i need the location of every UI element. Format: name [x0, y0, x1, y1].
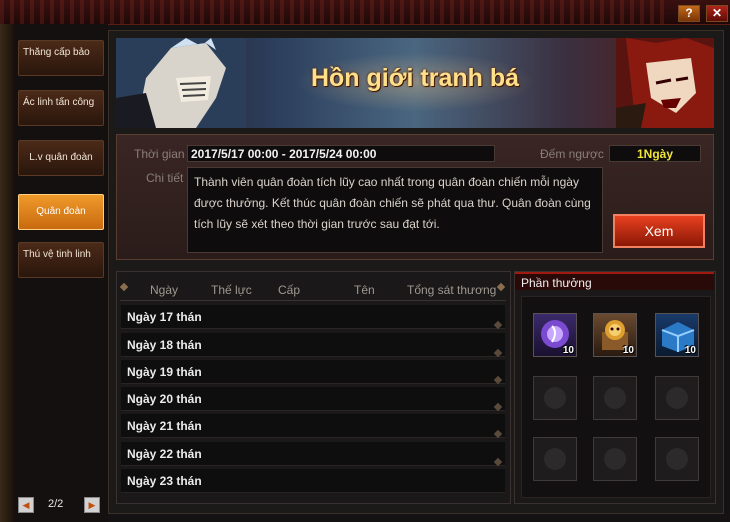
column-header-total-damage: Tổng sát thương	[407, 283, 497, 297]
character-right-illustration	[616, 38, 714, 128]
arrow-left-icon[interactable]: ◀	[18, 497, 34, 513]
countdown-value: 1Ngày	[609, 145, 701, 162]
table-row: Ngày 23 thán	[121, 469, 505, 493]
empty-slot-icon	[666, 448, 688, 470]
event-time-value: 2017/5/17 00:00 - 2017/5/24 00:00	[187, 145, 495, 162]
reward-slot[interactable]: 10	[533, 313, 577, 357]
page-indicator: 2/2	[48, 498, 64, 510]
sidebar: Thăng cấp bảo Ác linh tấn công L.v quân …	[14, 24, 108, 522]
table-row: Ngày 22 thán	[121, 442, 505, 466]
table-row: Ngày 17 thán	[121, 305, 505, 329]
empty-slot-icon	[544, 448, 566, 470]
empty-reward-slot	[533, 437, 577, 481]
column-header-level: Cấp	[278, 283, 301, 297]
column-header-name: Tên	[354, 283, 375, 297]
table-row: Ngày 20 thán	[121, 387, 505, 411]
title-bar-pattern	[0, 0, 670, 24]
close-button[interactable]: ✕	[706, 5, 728, 22]
event-banner: Hồn giới tranh bá	[116, 38, 714, 128]
sidebar-item-spirit-guardian[interactable]: Thú vệ tinh linh	[18, 242, 104, 278]
sidebar-pager: ◀ 2/2 ▶	[18, 496, 100, 514]
column-header-day: Ngày	[150, 283, 179, 297]
reward-title: Phần thưởng	[515, 272, 714, 290]
view-button[interactable]: Xem	[613, 214, 705, 248]
detail-label: Chi tiết	[146, 171, 184, 185]
reward-quantity: 10	[684, 345, 696, 356]
sidebar-item-level-up-treasure[interactable]: Thăng cấp bảo	[18, 40, 104, 76]
empty-slot-icon	[666, 387, 688, 409]
window-title-bar	[0, 0, 730, 25]
sidebar-item-evil-spirit-attack[interactable]: Ác linh tấn công	[18, 90, 104, 126]
reward-slot[interactable]: 10	[655, 313, 699, 357]
table-row: Ngày 21 thán	[121, 414, 505, 438]
empty-reward-slot	[593, 376, 637, 420]
sidebar-item-legion[interactable]: Quân đoàn	[18, 194, 104, 230]
header-divider	[120, 300, 506, 301]
reward-quantity: 10	[562, 345, 574, 356]
table-row: Ngày 19 thán	[121, 360, 505, 384]
countdown-label: Đếm ngược	[540, 147, 604, 161]
empty-slot-icon	[604, 387, 626, 409]
empty-reward-slot	[655, 437, 699, 481]
reward-quantity: 10	[622, 345, 634, 356]
arrow-right-icon[interactable]: ▶	[84, 497, 100, 513]
empty-slot-icon	[604, 448, 626, 470]
help-button[interactable]: ?	[678, 5, 700, 22]
empty-reward-slot	[655, 376, 699, 420]
time-label: Thời gian	[134, 147, 185, 161]
sidebar-item-legion-level[interactable]: L.v quân đoàn	[18, 140, 104, 176]
event-description: Thành viên quân đoàn tích lũy cao nhất t…	[187, 167, 603, 253]
table-row: Ngày 18 thán	[121, 333, 505, 357]
reward-slot[interactable]: 10	[593, 313, 637, 357]
empty-reward-slot	[593, 437, 637, 481]
column-header-faction: Thế lực	[211, 283, 252, 297]
empty-reward-slot	[533, 376, 577, 420]
window-left-border	[0, 24, 14, 522]
empty-slot-icon	[544, 387, 566, 409]
